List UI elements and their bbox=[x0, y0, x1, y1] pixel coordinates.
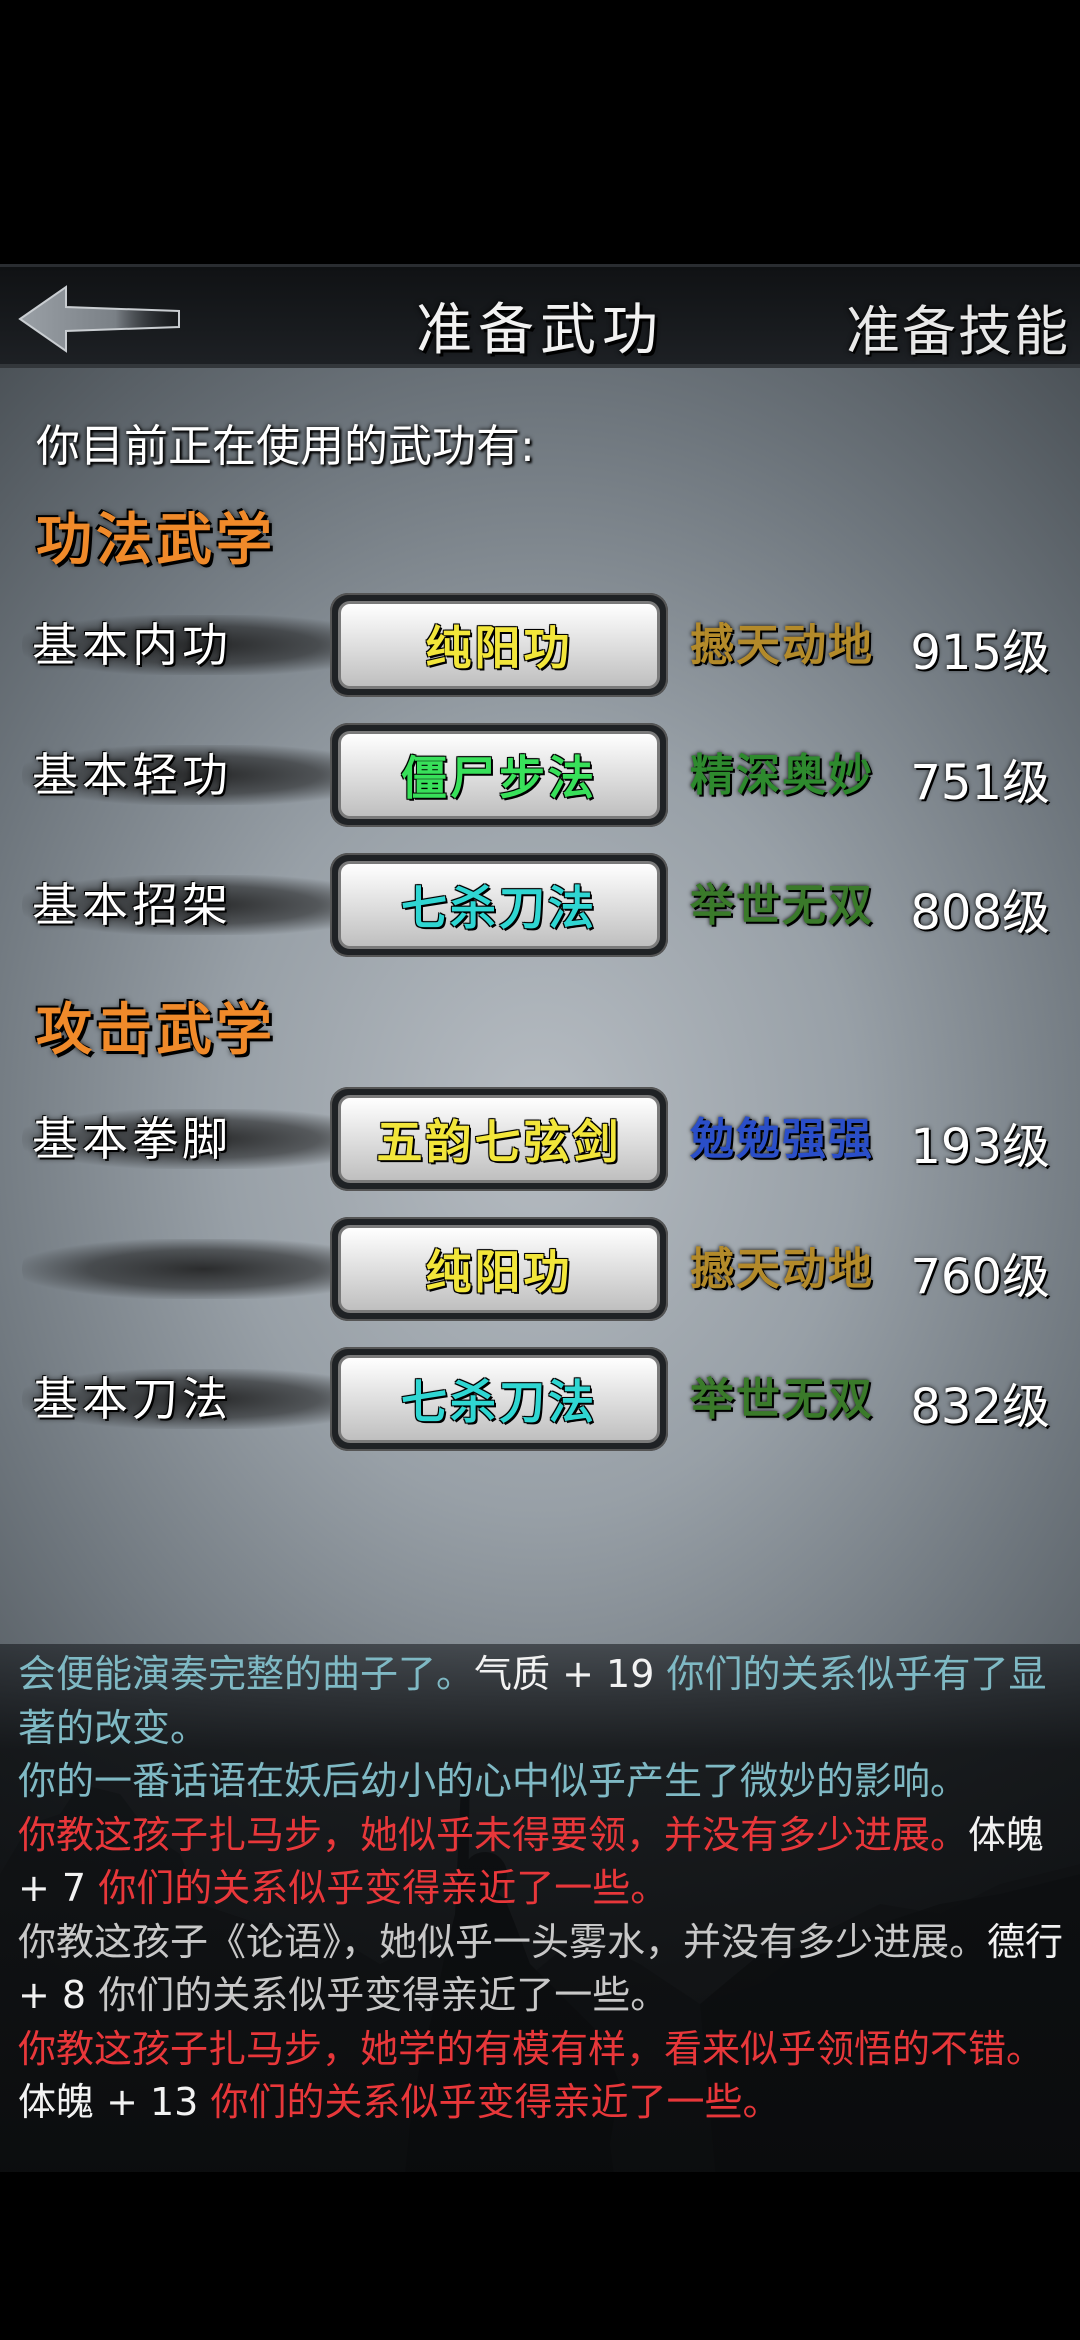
skill-level: 915级 bbox=[910, 625, 1050, 681]
mastery-grade: 精深奥妙 bbox=[690, 750, 874, 801]
martial-slot-row: 基本轻功 僵尸步法 精深奥妙 751级 bbox=[0, 723, 1080, 827]
log-segment: 体魄 + 13 bbox=[18, 2080, 199, 2124]
mastery-grade: 举世无双 bbox=[690, 1374, 874, 1425]
skill-name: 七杀刀法 bbox=[338, 1355, 660, 1443]
equipped-skill-button[interactable]: 五韵七弦剑 bbox=[330, 1087, 668, 1191]
log-entry: 你教这孩子《论语》，她似乎一头雾水，并没有多少进展。德行 + 8 你们的关系似乎… bbox=[18, 1920, 1063, 2018]
skill-level: 760级 bbox=[910, 1249, 1050, 1305]
log-entry: 会便能演奏完整的曲子了。气质 + 19 你们的关系似乎有了显著的改变。 bbox=[18, 1652, 1046, 1750]
skill-name: 纯阳功 bbox=[338, 1225, 660, 1313]
skill-name: 僵尸步法 bbox=[338, 731, 660, 819]
prepare-skills-tab[interactable]: 准备技能 bbox=[846, 287, 1070, 366]
equipped-skill-button[interactable]: 纯阳功 bbox=[330, 1217, 668, 1321]
log-segment: 你教这孩子《论语》，她似乎一头雾水，并没有多少进展。 bbox=[18, 1919, 988, 1964]
slot-label: 基本招架 bbox=[32, 878, 232, 932]
top-bar: 准备武功 准备技能 bbox=[0, 264, 1080, 368]
martial-slot-row: 基本刀法 七杀刀法 举世无双 832级 bbox=[0, 1347, 1080, 1451]
skill-level: 751级 bbox=[910, 755, 1050, 811]
log-segment: 你的一番话语在妖后幼小的心中似乎产生了微妙的影响。 bbox=[18, 1759, 969, 1803]
log-segment: 你教这孩子扎马步，她学的有模有样，看来似乎领悟的不错。 bbox=[18, 2026, 1045, 2071]
log-segment: 你们的关系似乎变得亲近了一些。 bbox=[86, 1973, 669, 2017]
section-title-attack: 攻击武学 bbox=[36, 997, 276, 1063]
skill-level: 193级 bbox=[910, 1119, 1050, 1175]
skill-level: 808级 bbox=[910, 885, 1050, 941]
log-segment: 你们的关系似乎变得亲近了一些。 bbox=[86, 1866, 669, 1910]
equipped-skill-button[interactable]: 纯阳功 bbox=[330, 593, 668, 697]
mastery-grade: 撼天动地 bbox=[690, 620, 874, 671]
skill-name: 纯阳功 bbox=[338, 601, 660, 689]
slot-label: 基本轻功 bbox=[32, 748, 232, 802]
section-title-internal: 功法武学 bbox=[36, 507, 276, 573]
log-entry: 你的一番话语在妖后幼小的心中似乎产生了微妙的影响。 bbox=[18, 1759, 968, 1803]
log-segment: 气质 + 19 bbox=[474, 1652, 655, 1696]
log-entry: 你教这孩子扎马步，她学的有模有样，看来似乎领悟的不错。体魄 + 13 你们的关系… bbox=[18, 2027, 1044, 2125]
equipped-skill-button[interactable]: 僵尸步法 bbox=[330, 723, 668, 827]
mastery-grade: 勉勉强强 bbox=[690, 1114, 874, 1165]
martial-slot-row: 基本招架 七杀刀法 举世无双 808级 bbox=[0, 853, 1080, 957]
ink-smear bbox=[22, 1239, 352, 1299]
slot-label: 基本刀法 bbox=[32, 1372, 232, 1426]
martial-slot-row: 基本内功 纯阳功 撼天动地 915级 bbox=[0, 593, 1080, 697]
slot-label: 基本拳脚 bbox=[32, 1112, 232, 1166]
martial-slot-row: 基本拳脚 五韵七弦剑 勉勉强强 193级 bbox=[0, 1087, 1080, 1191]
skill-name: 五韵七弦剑 bbox=[338, 1095, 660, 1183]
equipped-skill-button[interactable]: 七杀刀法 bbox=[330, 1347, 668, 1451]
martial-slot-row: 纯阳功 撼天动地 760级 bbox=[0, 1217, 1080, 1321]
log-segment: 你教这孩子扎马步，她似乎未得要领，并没有多少进展。 bbox=[18, 1812, 969, 1857]
message-log: 会便能演奏完整的曲子了。气质 + 19 你们的关系似乎有了显著的改变。你的一番话… bbox=[18, 1648, 1068, 2130]
log-entry: 你教这孩子扎马步，她似乎未得要领，并没有多少进展。体魄 + 7 你们的关系似乎变… bbox=[18, 1813, 1044, 1911]
log-segment: 你们的关系似乎变得亲近了一些。 bbox=[198, 2080, 781, 2124]
intro-text: 你目前正在使用的武功有: bbox=[36, 421, 535, 472]
skill-level: 832级 bbox=[910, 1379, 1050, 1435]
slot-label: 基本内功 bbox=[32, 618, 232, 672]
equipped-skill-button[interactable]: 七杀刀法 bbox=[330, 853, 668, 957]
log-segment: 会便能演奏完整的曲子了。 bbox=[18, 1652, 475, 1696]
skill-name: 七杀刀法 bbox=[338, 861, 660, 949]
mastery-grade: 举世无双 bbox=[690, 880, 874, 931]
mastery-grade: 撼天动地 bbox=[690, 1244, 874, 1295]
